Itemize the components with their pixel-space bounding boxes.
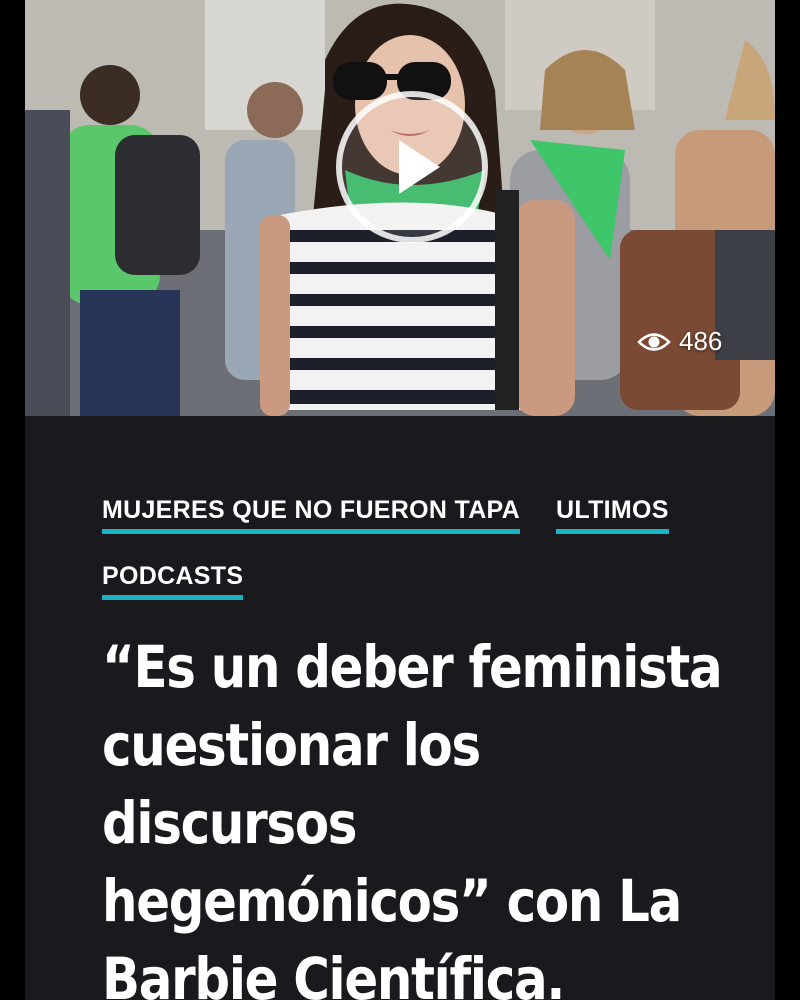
video-thumbnail[interactable]: 486 bbox=[25, 0, 775, 416]
post-content: MUJERES QUE NO FUERON TAPA ULTIMOS PODCA… bbox=[102, 498, 742, 1000]
view-count-value: 486 bbox=[679, 326, 723, 356]
tag-podcasts[interactable]: PODCASTS bbox=[102, 564, 244, 600]
view-count: 486 bbox=[637, 326, 722, 357]
tag-mujeres-que-no-fueron-tapa[interactable]: MUJERES QUE NO FUERON TAPA bbox=[102, 498, 521, 534]
tag-ultimos[interactable]: ULTIMOS bbox=[556, 498, 669, 534]
eye-icon bbox=[637, 332, 671, 351]
post-card: 486 MUJERES QUE NO FUERON TAPA ULTIMOS P… bbox=[25, 0, 775, 1000]
tag-list: MUJERES QUE NO FUERON TAPA ULTIMOS PODCA… bbox=[102, 498, 722, 600]
article-headline[interactable]: “Es un deber feminista cuestionar los di… bbox=[102, 628, 738, 1000]
play-icon bbox=[336, 91, 488, 243]
play-button[interactable] bbox=[335, 90, 489, 244]
